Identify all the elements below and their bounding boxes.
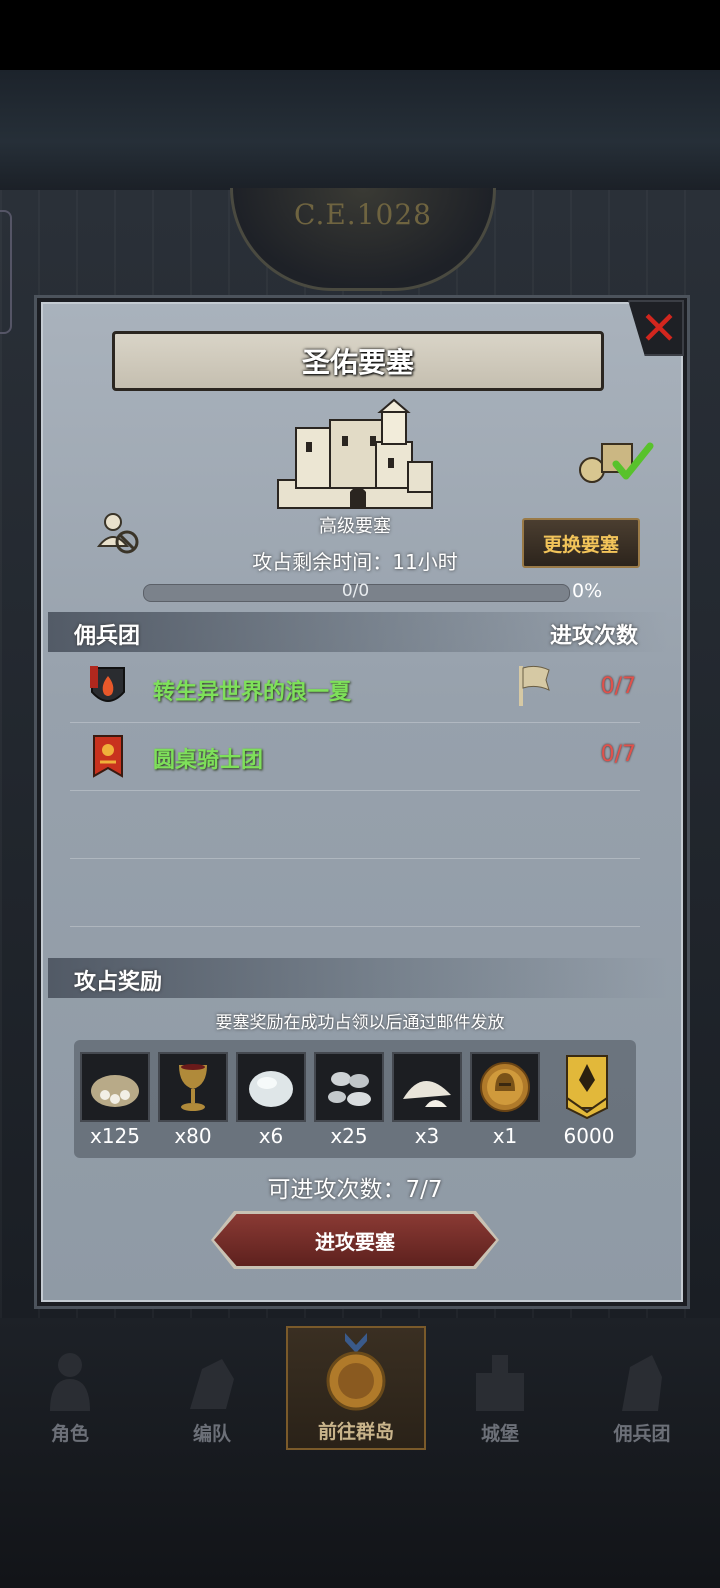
fire-shield-icon xyxy=(90,666,125,702)
castle-icon xyxy=(476,1355,524,1411)
empty-mercenary-row xyxy=(70,790,640,859)
attack-fortress-label: 进攻要塞 xyxy=(315,1229,395,1254)
reward-qty: x80 xyxy=(174,1124,212,1148)
attempts-label: 可进攻次数：7/7 xyxy=(267,1177,443,1203)
islands-compass-icon xyxy=(326,1333,386,1411)
fortress-type: 高级要塞 xyxy=(319,516,391,537)
food-sack-icon xyxy=(91,1075,139,1107)
mercenary-row[interactable]: 转生异世界的浪一夏 0/7 xyxy=(70,654,640,723)
era-label: C.E.1028 xyxy=(294,198,432,231)
dialog-title-banner: 圣佑要塞 xyxy=(112,331,604,391)
reward-item[interactable] xyxy=(392,1052,462,1122)
progress-text: 0/0 xyxy=(341,581,370,601)
reward-item[interactable] xyxy=(314,1052,384,1122)
goblet-icon xyxy=(179,1064,207,1111)
reward-qty: x6 xyxy=(258,1124,284,1148)
attack-count: 0/7 xyxy=(600,742,636,767)
top-background xyxy=(0,70,720,190)
remaining-time: 攻占剩余时间：11小时 xyxy=(252,550,458,574)
attack-count-header: 进攻次数 xyxy=(549,624,638,649)
knight-icon xyxy=(50,1353,90,1411)
change-fortress-button[interactable]: 更换要塞 xyxy=(522,518,640,568)
reward-qty: x25 xyxy=(330,1124,368,1148)
reward-note: 要塞奖励在成功占领以后通过邮件发放 xyxy=(215,1013,505,1033)
side-tab[interactable] xyxy=(0,210,12,334)
nav-character[interactable]: 角色 xyxy=(0,1326,140,1450)
empty-mercenary-row xyxy=(70,858,640,927)
reward-item[interactable] xyxy=(470,1052,540,1122)
nav-castle[interactable]: 城堡 xyxy=(430,1326,570,1450)
reward-claimed-icon[interactable] xyxy=(576,438,656,484)
reward-item[interactable] xyxy=(552,1052,622,1122)
nav-label: 编队 xyxy=(192,1423,231,1445)
reward-section-header: 攻占奖励 xyxy=(48,958,668,998)
reward-item[interactable] xyxy=(158,1052,228,1122)
reward-qty: x1 xyxy=(492,1124,518,1148)
nav-mercenary[interactable]: 佣兵团 xyxy=(572,1326,712,1450)
mercenary-section-header: 佣兵团 进攻次数 xyxy=(48,612,668,652)
silver-ore-icon xyxy=(328,1072,371,1106)
helmet-coin-icon xyxy=(480,1062,530,1112)
fortress-image xyxy=(277,398,433,509)
mercenary-header: 佣兵团 xyxy=(74,624,141,649)
nav-label: 前往群岛 xyxy=(317,1421,394,1443)
nav-formation[interactable]: 编队 xyxy=(142,1326,282,1450)
nav-label: 城堡 xyxy=(480,1423,519,1445)
nav-islands[interactable]: 前往群岛 xyxy=(286,1326,426,1450)
flag-icon[interactable] xyxy=(516,664,552,708)
nav-label: 角色 xyxy=(50,1423,89,1445)
mercenary-row[interactable]: 圆桌骑士团 0/7 xyxy=(70,722,640,791)
red-banner-icon xyxy=(93,735,123,778)
nav-label: 佣兵团 xyxy=(613,1423,671,1445)
dialog-title: 圣佑要塞 xyxy=(301,346,414,379)
formation-icon xyxy=(190,1359,234,1409)
reward-qty: x3 xyxy=(414,1124,440,1148)
rank-badge-icon xyxy=(566,1055,608,1120)
mercenary-name: 转生异世界的浪一夏 xyxy=(153,680,352,705)
no-garrison-icon[interactable] xyxy=(95,510,141,556)
reward-item[interactable] xyxy=(236,1052,306,1122)
close-icon: ✕ xyxy=(639,301,679,355)
stone-icon xyxy=(249,1071,293,1107)
change-fortress-label: 更换要塞 xyxy=(542,533,619,556)
attack-fortress-button[interactable]: 进攻要塞 xyxy=(214,1214,496,1266)
reward-qty: 6000 xyxy=(563,1124,615,1148)
attack-count: 0/7 xyxy=(600,674,636,699)
reward-header: 攻占奖励 xyxy=(74,970,163,995)
mercenary-name: 圆桌骑士团 xyxy=(153,748,264,773)
reward-qty: x125 xyxy=(89,1124,140,1148)
reward-item[interactable] xyxy=(80,1052,150,1122)
salt-pile-icon xyxy=(403,1080,451,1107)
progress-percent: 0% xyxy=(572,580,603,602)
mercenary-icon xyxy=(622,1355,662,1411)
status-bar xyxy=(0,0,720,70)
